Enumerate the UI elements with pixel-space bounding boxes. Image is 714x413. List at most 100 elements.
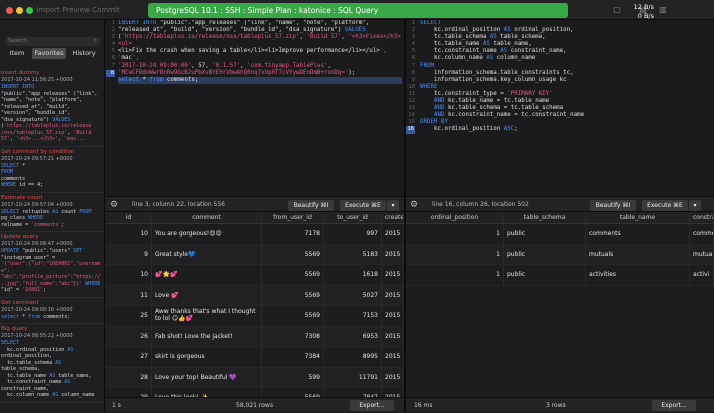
table-cell[interactable]: 2015	[382, 306, 404, 326]
history-item[interactable]: Insert dummy 2017-10-24 11:56:25 +0000 INS…	[0, 68, 104, 147]
column-header-constraint[interactable]: constraint	[690, 212, 714, 223]
sql-text[interactable]: INSERT INTO "public"."app_releases" ("li…	[118, 20, 402, 84]
table-cell[interactable]: 7308	[262, 326, 324, 346]
execute-options-chevron-icon[interactable]: ▾	[689, 200, 701, 211]
code-line[interactable]: "released_at", "build", "version", "bund…	[118, 27, 402, 34]
left-query-editor[interactable]: 12345678 INSERT INTO "public"."app_relea…	[106, 20, 404, 196]
table-cell[interactable]: Love your top! Beautiful 💜	[152, 367, 262, 387]
beautify-button[interactable]: Beautify ⌘I	[288, 200, 334, 211]
gear-icon[interactable]: ⚙	[410, 199, 418, 211]
table-row[interactable]: 10 💕🌟💕 5569 1618 2015	[106, 265, 404, 286]
sql-text[interactable]: SELECT kc.ordinal_position AS ordinal_po…	[420, 20, 712, 134]
table-cell[interactable]: 7153	[324, 306, 382, 326]
code-line[interactable]: ORDER BY	[420, 119, 712, 126]
code-line[interactable]: information_schema.key_column_usage kc	[420, 77, 712, 84]
export-button[interactable]: Export...	[652, 400, 696, 411]
code-line[interactable]: AND kc.table_schema = tc.table_schema	[420, 105, 712, 112]
execute-options-chevron-icon[interactable]: ▾	[387, 200, 399, 211]
minimize-window-button[interactable]	[16, 7, 23, 14]
table-cell[interactable]: 599	[262, 367, 324, 387]
left-results-grid[interactable]: idcommentfrom_user_idto_user_idcreated10…	[106, 212, 404, 398]
code-line[interactable]: kc.ordinal_position ASC;	[420, 126, 712, 133]
table-row[interactable]: 1 public activities activi	[406, 265, 714, 286]
code-line[interactable]: information_schema.table_constraints tc,	[420, 70, 712, 77]
column-header-created[interactable]: created	[382, 212, 404, 223]
table-cell[interactable]: 997	[324, 224, 382, 244]
table-row[interactable]: 10 You are gorgeous!😍😍 7178 997 2015	[106, 224, 404, 245]
search-input[interactable]: Search ⌕	[6, 37, 100, 46]
code-line[interactable]: SELECT	[420, 20, 712, 27]
table-cell[interactable]: 7384	[262, 347, 324, 367]
code-line[interactable]: WHERE	[420, 84, 712, 91]
table-cell[interactable]: 8995	[324, 347, 382, 367]
code-line[interactable]: select * from comments;	[118, 76, 402, 84]
segment-favorites[interactable]: Favorites	[32, 48, 66, 59]
table-cell[interactable]: 5569	[262, 306, 324, 326]
history-item[interactable]: Estimate count 2017-10-24 09:57:04 +0000 S…	[0, 193, 104, 232]
table-cell[interactable]: 26	[106, 326, 152, 346]
zoom-window-button[interactable]	[26, 7, 33, 14]
table-row[interactable]: 25 Aww thanks that's what I thought to lo…	[106, 306, 404, 327]
table-row[interactable]: 27 skirt is gorgeous 7384 8995 2015	[106, 347, 404, 368]
table-cell[interactable]: mutuals	[586, 244, 690, 264]
code-line[interactable]: AND kc.table_name = tc.table_name	[420, 98, 712, 105]
column-header-id[interactable]: id	[106, 212, 152, 223]
right-results-grid[interactable]: ordinal_position table_schema table_name co…	[406, 212, 714, 398]
table-cell[interactable]: 10	[106, 224, 152, 244]
gear-icon[interactable]: ⚙	[110, 199, 118, 211]
table-row[interactable]: 1 public comments comme	[406, 224, 714, 245]
table-cell[interactable]: activities	[586, 265, 690, 285]
split-view-icon[interactable]: ▢	[610, 3, 624, 16]
close-window-button[interactable]	[6, 7, 13, 14]
table-row[interactable]: 26 Fab shot! Love the jacket! 7308 6953 2015	[106, 326, 404, 347]
table-cell[interactable]: 5027	[324, 285, 382, 305]
code-line[interactable]: kc.ordinal_position AS ordinal_position,	[420, 27, 712, 34]
history-item[interactable]: Update query 2017-10-24 09:08:47 +0000 UPD…	[0, 232, 104, 298]
code-line[interactable]: <li>Fix the crash when saving a table</l…	[118, 48, 402, 62]
table-cell[interactable]: 5569	[262, 265, 324, 285]
table-cell[interactable]: public	[504, 224, 586, 244]
preview-button[interactable]: Preview	[62, 4, 90, 17]
table-cell[interactable]: 6953	[324, 326, 382, 346]
column-header-comment[interactable]: comment	[152, 212, 262, 223]
table-cell[interactable]: Great style💙	[152, 244, 262, 264]
table-cell[interactable]: 2015	[382, 244, 404, 264]
segment-history[interactable]: History	[68, 48, 100, 59]
table-cell[interactable]: 10	[106, 265, 152, 285]
pane-divider[interactable]	[404, 20, 406, 412]
table-cell[interactable]: comme	[690, 224, 714, 244]
table-cell[interactable]: You are gorgeous!😍😍	[152, 224, 262, 244]
table-cell[interactable]: 2015	[382, 265, 404, 285]
table-cell[interactable]: 2015	[382, 224, 404, 244]
history-item[interactable]: Get comment by condition 2017-10-24 09:57…	[0, 147, 104, 193]
table-cell[interactable]: 5569	[262, 285, 324, 305]
commit-button[interactable]: Commit	[92, 4, 120, 17]
table-cell[interactable]: 1	[406, 224, 504, 244]
code-line[interactable]: tc.table_schema AS table_schema,	[420, 34, 712, 41]
column-header-from-user-id[interactable]: from_user_id	[262, 212, 324, 223]
table-row[interactable]: 9 Great style💙 5569 5183 2015	[106, 244, 404, 265]
code-line[interactable]: tc.constraint_name AS constraint_name,	[420, 48, 712, 55]
code-line[interactable]: '2017-10-24 09:00:00', 57, '0.1.57', 'co…	[118, 63, 402, 70]
table-cell[interactable]: Fab shot! Love the jacket!	[152, 326, 262, 346]
table-cell[interactable]: 27	[106, 347, 152, 367]
table-cell[interactable]: 7178	[262, 224, 324, 244]
table-cell[interactable]: 1	[406, 244, 504, 264]
table-cell[interactable]: 11791	[324, 367, 382, 387]
table-cell[interactable]: Aww thanks that's what I thought to lol …	[152, 306, 262, 326]
table-cell[interactable]: public	[504, 265, 586, 285]
column-header-ordinal-position[interactable]: ordinal_position	[406, 212, 504, 223]
import-button[interactable]: Import	[36, 4, 60, 17]
table-cell[interactable]: 25	[106, 306, 152, 326]
table-cell[interactable]: 1	[406, 265, 504, 285]
table-cell[interactable]: public	[504, 244, 586, 264]
panel-toggle-icon[interactable]: ▥	[656, 3, 670, 16]
table-cell[interactable]: 5183	[324, 244, 382, 264]
code-line[interactable]: ('https://tableplus.io/release/osx/table…	[118, 34, 402, 48]
history-item[interactable]: Big query 2017-10-24 08:55:22 +0000 SELECT…	[0, 324, 104, 403]
table-cell[interactable]: Love 💕	[152, 285, 262, 305]
table-cell[interactable]: mutua	[690, 244, 714, 264]
code-line[interactable]: tc.table_name AS table_name,	[420, 41, 712, 48]
column-header-table-schema[interactable]: table_schema	[504, 212, 586, 223]
right-query-editor[interactable]: 1 2 3 4 5 6 7 8 9 10 11 12 13 14 15 16 SELECT kc.ordina…	[406, 20, 714, 196]
